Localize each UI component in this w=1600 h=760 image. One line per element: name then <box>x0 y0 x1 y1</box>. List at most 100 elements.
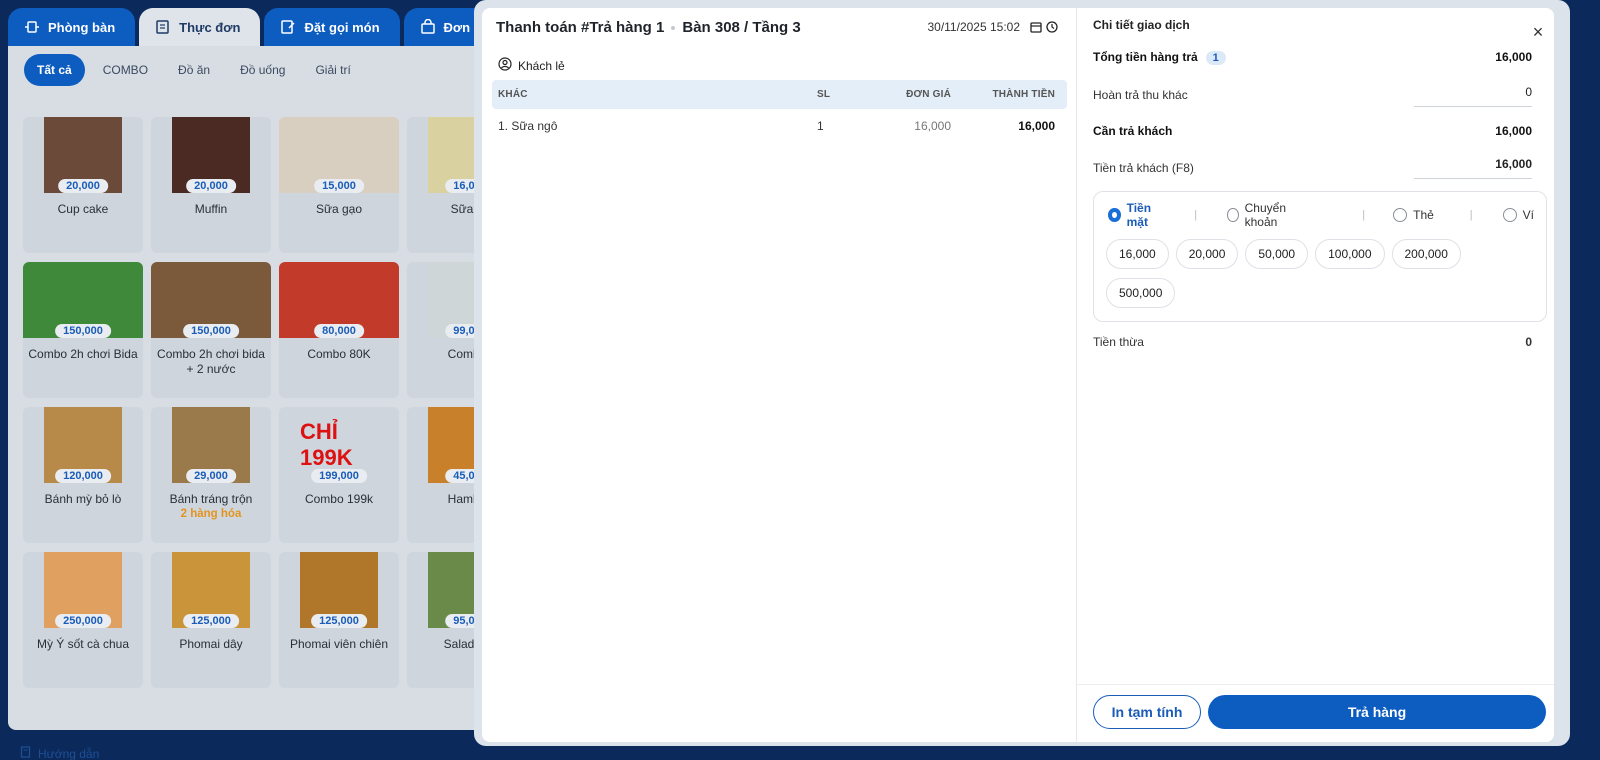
amount-chip[interactable]: 500,000 <box>1106 278 1176 308</box>
product-price: 125,000 <box>183 614 239 628</box>
quick-amounts: 16,000 20,000 50,000 100,000 200,000 500… <box>1106 239 1526 308</box>
product-card[interactable]: 250,000 Mỳ Ý sốt cà chua <box>23 552 143 688</box>
method-label: Ví <box>1522 208 1534 222</box>
product-card[interactable]: 125,000 Phomai viên chiên <box>279 552 399 688</box>
refund-other-field[interactable]: 0 <box>1414 85 1532 107</box>
product-price: 20,000 <box>186 179 236 193</box>
item-unit-price: 16,000 <box>914 119 951 133</box>
product-card[interactable]: CHỈ 199K 199,000 Combo 199k <box>279 407 399 543</box>
due-label: Cần trả khách <box>1093 124 1173 138</box>
product-card[interactable]: 15,000 Sữa gạo <box>279 117 399 253</box>
product-name: Phomai viên chiên <box>289 637 389 651</box>
table-icon <box>24 19 40 35</box>
amount-chip[interactable]: 20,000 <box>1175 239 1239 269</box>
refund-other-line: Hoàn trả thu khác <box>1093 85 1188 105</box>
tab-menu[interactable]: Thực đơn <box>139 8 261 46</box>
transaction-pane: Chi tiết giao dịch × Tổng tiền hàng trả 1… <box>1076 8 1554 742</box>
customer-name: Khách lẻ <box>518 58 565 73</box>
product-card[interactable]: 125,000 Phomai dây <box>151 552 271 688</box>
product-price: 80,000 <box>314 324 364 338</box>
amount-chip[interactable]: 50,000 <box>1245 239 1309 269</box>
tab-label: Đặt gọi món <box>304 19 380 35</box>
change-label: Tiền thừa <box>1093 335 1144 349</box>
table-row[interactable]: 1. Sữa ngô 1 16,000 16,000 <box>492 112 1067 141</box>
amount-chip[interactable]: 100,000 <box>1315 239 1385 269</box>
return-button[interactable]: Trả hàng <box>1208 695 1546 729</box>
due-value: 16,000 <box>1495 124 1532 138</box>
change-value: 0 <box>1525 335 1532 349</box>
product-price: 250,000 <box>55 614 111 628</box>
paid-field[interactable]: 16,000 <box>1414 157 1532 179</box>
calendar-icon[interactable] <box>1030 21 1042 33</box>
category-all[interactable]: Tất cả <box>24 54 85 86</box>
title-separator-dot <box>671 25 676 30</box>
product-variant-count: 2 hàng hóa <box>180 508 242 520</box>
product-price: 15,000 <box>314 179 364 193</box>
top-tabs: Phòng bàn Thực đơn Đặt gọi món Đơn onlin… <box>8 8 533 46</box>
product-name: Combo 2h chơi bida + 2 nước <box>157 347 265 376</box>
payment-method-box: Tiền mặt | Chuyển khoản | Thẻ | Ví 16,00… <box>1093 191 1547 322</box>
item-count-badge: 1 <box>1205 50 1226 65</box>
product-card[interactable]: 29,000 Bánh tráng trộn 2 hàng hóa <box>151 407 271 543</box>
item-qty: 1 <box>817 119 824 133</box>
product-name: Sữa gạo <box>315 202 363 216</box>
product-name: Combo 199k <box>304 492 374 506</box>
product-card[interactable]: 20,000 Cup cake <box>23 117 143 253</box>
product-name: Combo 80K <box>307 347 371 361</box>
clock-icon[interactable] <box>1046 21 1058 33</box>
divider: | <box>1194 209 1198 221</box>
method-card[interactable]: Thẻ <box>1393 208 1434 222</box>
product-card[interactable]: 20,000 Muffin <box>151 117 271 253</box>
product-price: 120,000 <box>55 469 111 483</box>
method-label: Chuyển khoản <box>1244 201 1286 229</box>
category-bar: Tất cả COMBO Đồ ăn Đồ uống Giải trí <box>24 54 363 86</box>
modal-title: Thanh toán #Trả hàng 1 Bàn 308 / Tầng 3 <box>496 19 801 36</box>
product-name: Muffin <box>194 202 228 216</box>
total-return-label: Tổng tiền hàng trả <box>1093 49 1198 64</box>
product-name: Bánh tráng trộn <box>169 492 253 506</box>
tab-order[interactable]: Đặt gọi món <box>264 8 400 46</box>
due-line: Cần trả khách 16,000 <box>1093 121 1532 141</box>
category-food[interactable]: Đồ ăn <box>166 54 222 86</box>
customer[interactable]: Khách lẻ <box>498 57 565 74</box>
product-card[interactable]: 150,000 Combo 2h chơi Bida <box>23 262 143 398</box>
item-name: 1. Sữa ngô <box>498 119 558 133</box>
amount-chip[interactable]: 200,000 <box>1391 239 1461 269</box>
radio-icon <box>1502 208 1517 222</box>
category-drink[interactable]: Đồ uống <box>228 54 297 86</box>
method-wallet[interactable]: Ví <box>1502 208 1534 222</box>
menu-panel: Tất cả COMBO Đồ ăn Đồ uống Giải trí 20,0… <box>8 46 528 760</box>
user-icon <box>498 57 512 74</box>
total-return-value: 16,000 <box>1495 50 1532 64</box>
product-price: 29,000 <box>186 469 236 483</box>
product-card[interactable]: 150,000 Combo 2h chơi bida + 2 nước <box>151 262 271 398</box>
item-total: 16,000 <box>1018 119 1055 133</box>
book-icon <box>20 746 32 760</box>
amount-chip[interactable]: 16,000 <box>1106 239 1169 269</box>
modal-table-label: Bàn 308 / Tầng 3 <box>682 19 801 36</box>
column-header-total: THÀNH TIỀN <box>992 89 1055 100</box>
paid-line: Tiền trả khách (F8) <box>1093 158 1194 178</box>
product-name: Combo 2h chơi Bida <box>28 347 138 361</box>
product-price: 199,000 <box>311 469 367 483</box>
product-card[interactable]: 120,000 Bánh mỳ bỏ lò <box>23 407 143 543</box>
divider: | <box>1469 209 1473 221</box>
product-card[interactable]: 80,000 Combo 80K <box>279 262 399 398</box>
method-transfer[interactable]: Chuyển khoản <box>1227 201 1306 229</box>
tab-tables[interactable]: Phòng bàn <box>8 8 136 46</box>
product-price: 20,000 <box>58 179 108 193</box>
column-header-qty: SL <box>817 89 831 100</box>
modal-title-text: Thanh toán #Trả hàng 1 <box>496 19 665 36</box>
datetime[interactable]: 30/11/2025 15:02 <box>927 20 1058 34</box>
category-combo[interactable]: COMBO <box>91 54 160 86</box>
radio-checked-icon <box>1108 208 1121 222</box>
refund-other-label: Hoàn trả thu khác <box>1093 88 1188 102</box>
category-entertainment[interactable]: Giải trí <box>303 54 362 86</box>
print-draft-button[interactable]: In tạm tính <box>1093 695 1201 729</box>
bag-icon <box>420 19 436 35</box>
close-icon[interactable]: × <box>1530 23 1546 41</box>
method-cash[interactable]: Tiền mặt <box>1108 201 1164 229</box>
guide-link[interactable]: Hướng dẫn <box>20 746 99 760</box>
product-name: Phomai dây <box>179 637 243 651</box>
tab-label: Thực đơn <box>179 19 241 35</box>
